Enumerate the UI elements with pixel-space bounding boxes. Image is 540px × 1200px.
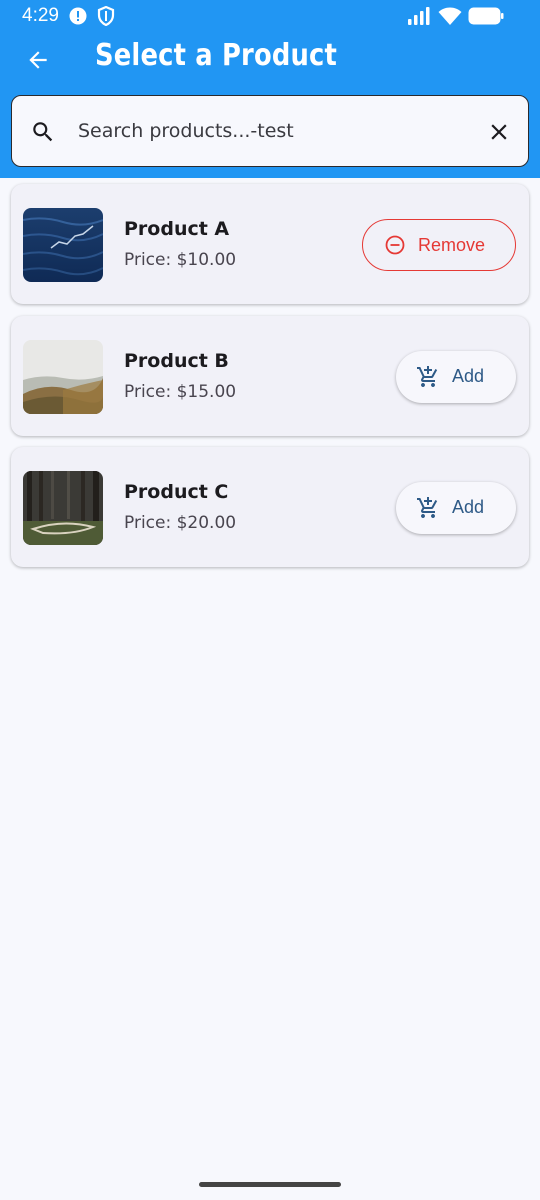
product-card: Product C Price: $20.00 Add — [11, 447, 529, 567]
add-button-label: Add — [452, 497, 485, 517]
app-bar: 4:29 Select a Product — [0, 0, 540, 178]
product-name: Product A — [124, 218, 230, 240]
product-price: Price: $20.00 — [124, 513, 237, 533]
product-card: Product B Price: $15.00 Add — [11, 316, 529, 436]
product-card: Product A Price: $10.00 Remove — [11, 184, 529, 304]
wifi-icon — [438, 7, 462, 25]
signal-icon — [408, 7, 430, 25]
home-indicator[interactable] — [199, 1182, 341, 1187]
product-price: Price: $10.00 — [124, 250, 237, 270]
page-title: Select a Product — [95, 38, 337, 73]
search-bar[interactable] — [11, 95, 529, 167]
close-icon[interactable] — [486, 119, 512, 145]
product-name: Product B — [124, 350, 229, 372]
product-name: Product C — [124, 481, 229, 503]
status-time: 4:29 — [22, 5, 59, 26]
shield-icon — [97, 6, 115, 26]
back-button[interactable] — [18, 40, 58, 80]
arrow-left-icon — [29, 51, 47, 69]
product-image — [23, 208, 103, 282]
add-button-label: Add — [452, 366, 485, 386]
battery-icon — [468, 7, 504, 25]
remove-button[interactable]: Remove — [362, 219, 516, 271]
search-icon — [33, 122, 53, 142]
remove-button-label: Remove — [418, 235, 486, 255]
product-image — [23, 340, 103, 414]
minus-circle-icon — [385, 235, 405, 255]
cart-add-icon — [417, 497, 438, 518]
cart-add-icon — [417, 366, 438, 387]
status-bar: 4:29 — [0, 0, 540, 32]
product-image — [23, 471, 103, 545]
search-input[interactable] — [78, 110, 478, 152]
alert-icon — [69, 7, 87, 25]
add-button[interactable]: Add — [396, 482, 516, 534]
product-price: Price: $15.00 — [124, 382, 237, 402]
add-button[interactable]: Add — [396, 351, 516, 403]
